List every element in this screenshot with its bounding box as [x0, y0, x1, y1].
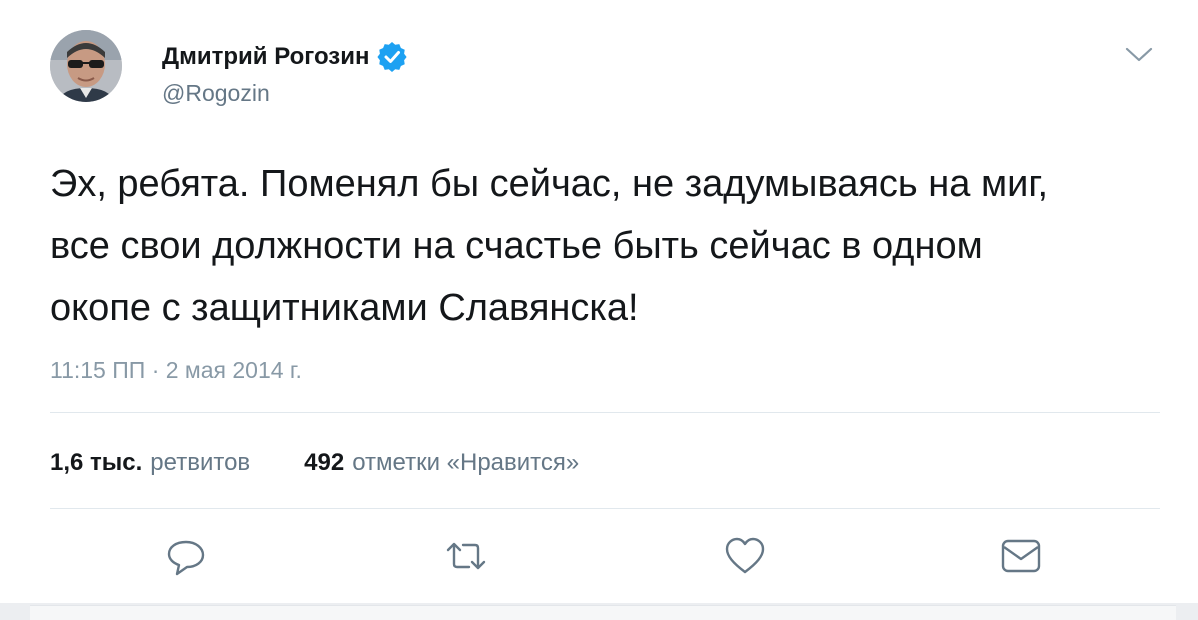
author-name-row[interactable]: Дмитрий Рогозин	[162, 42, 408, 72]
verified-badge-icon	[377, 42, 408, 72]
reply-button[interactable]	[163, 534, 209, 578]
reply-icon	[167, 540, 205, 576]
message-button[interactable]	[998, 534, 1044, 578]
likes-label[interactable]: отметки «Нравится»	[352, 449, 579, 477]
retweets-label[interactable]: ретвитов	[150, 449, 250, 477]
author-display-name[interactable]: Дмитрий Рогозин	[162, 43, 369, 71]
divider	[50, 508, 1160, 509]
likes-count[interactable]: 492	[304, 449, 344, 477]
tweet-text-line: все свои должности на счастье быть сейча…	[50, 225, 983, 267]
chevron-down-icon[interactable]	[1124, 46, 1154, 64]
retweet-button[interactable]	[443, 534, 489, 578]
tweet-timestamp[interactable]: 11:15 ПП · 2 мая 2014 г.	[50, 357, 302, 384]
tweet-text: Эх, ребята. Поменял бы сейчас, не задумы…	[50, 153, 1160, 339]
like-button[interactable]	[722, 534, 768, 578]
message-icon	[1001, 539, 1041, 573]
avatar[interactable]	[50, 30, 122, 102]
next-tweet-edge	[0, 603, 1198, 620]
tweet-text-line: окопе с защитниками Славянска!	[50, 287, 639, 329]
tweet-text-line: Эх, ребята. Поменял бы сейчас, не задумы…	[50, 163, 1049, 205]
tweet-card: Дмитрий Рогозин @Rogozin Эх, ребята. Пом…	[0, 0, 1198, 620]
like-icon	[725, 537, 765, 574]
tweet-stats: 1,6 тыс. ретвитов 492 отметки «Нравится»	[50, 449, 579, 477]
retweets-count[interactable]: 1,6 тыс.	[50, 449, 142, 477]
author-handle[interactable]: @Rogozin	[162, 80, 270, 107]
divider	[50, 412, 1160, 413]
retweet-icon	[446, 542, 486, 570]
